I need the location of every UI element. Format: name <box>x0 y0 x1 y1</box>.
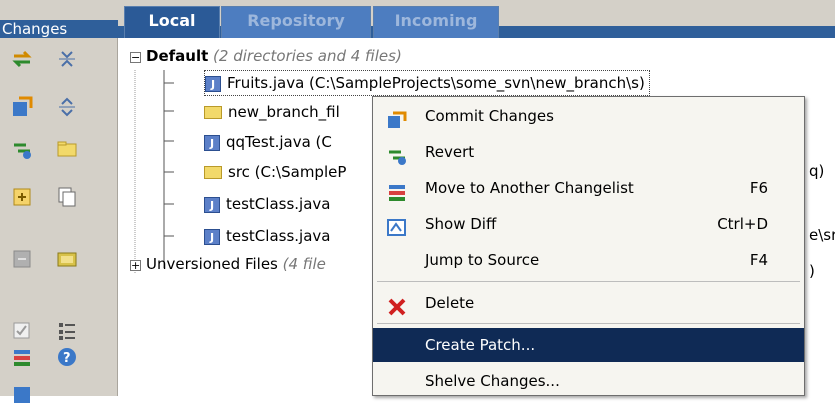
unversioned-hint: (4 file <box>282 255 326 273</box>
group-by-directory-icon[interactable] <box>56 248 78 270</box>
refresh-icon[interactable] <box>11 48 33 70</box>
file-name: testClass.java <box>226 195 331 213</box>
java-file-icon: J <box>204 228 220 245</box>
java-file-icon: J <box>204 196 220 213</box>
menu-item-create-patch[interactable]: Create Patch... <box>373 328 804 362</box>
copy-icon[interactable] <box>56 186 78 208</box>
revert-icon <box>387 143 407 165</box>
menu-label: Create Patch... <box>425 336 536 354</box>
svg-text:?: ? <box>63 351 71 366</box>
menu-label: Move to Another Changelist <box>425 179 634 197</box>
tab-incoming[interactable]: Incoming <box>373 6 499 38</box>
list-item[interactable]: J Fruits.java (C:\SampleProjects\some_svn… <box>204 70 650 96</box>
clipped-path-text: q) <box>809 162 825 180</box>
menu-item-show-diff[interactable]: Show Diff Ctrl+D <box>373 207 804 241</box>
collapse-icon <box>11 248 33 270</box>
menu-label: Revert <box>425 143 475 161</box>
context-menu: Commit Changes Revert Move to Another Ch… <box>372 96 805 396</box>
expand-icon[interactable] <box>11 186 33 208</box>
list-item[interactable]: src (C:\SampleP <box>204 159 346 185</box>
delete-icon <box>387 294 407 316</box>
details-icon[interactable] <box>56 320 78 342</box>
move-changelist-icon[interactable] <box>11 346 33 368</box>
file-name: qqTest.java (C <box>226 133 332 151</box>
file-name: testClass.java <box>226 227 331 245</box>
move-changelist-icon <box>387 179 407 201</box>
list-item[interactable]: JqqTest.java (C <box>204 129 332 155</box>
diff-icon <box>387 215 407 236</box>
commit-icon[interactable] <box>11 96 33 118</box>
clipped-path-text: e\src <box>809 226 835 244</box>
revert-icon[interactable] <box>11 138 33 160</box>
menu-item-shelve-changes[interactable]: Shelve Changes... <box>373 364 804 398</box>
collapse-all-icon[interactable] <box>56 48 78 70</box>
expander-default[interactable]: − <box>130 52 141 63</box>
menu-shortcut: F6 <box>749 179 768 197</box>
folder-icon <box>204 166 222 179</box>
unversioned-label: Unversioned Files <box>146 255 278 273</box>
list-item[interactable]: JtestClass.java <box>204 191 330 217</box>
changelist-name: Default <box>146 47 209 65</box>
settings-icon[interactable] <box>11 384 33 406</box>
checkbox-icon[interactable] <box>11 320 33 342</box>
menu-item-move-to-another-changelist[interactable]: Move to Another Changelist F6 <box>373 171 804 205</box>
expander-unversioned[interactable]: + <box>130 260 141 271</box>
expand-all-icon[interactable] <box>56 96 78 118</box>
java-file-icon: J <box>205 75 221 92</box>
menu-label: Delete <box>425 294 475 312</box>
menu-label: Shelve Changes... <box>425 372 560 390</box>
menu-label: Show Diff <box>425 215 497 233</box>
menu-item-jump-to-source[interactable]: Jump to Source F4 <box>373 243 804 277</box>
file-name: Fruits.java (C:\SampleProjects\some_svn\… <box>227 74 645 92</box>
commit-icon <box>387 107 407 128</box>
menu-separator <box>377 281 800 282</box>
changelist-hint: (2 directories and 4 files) <box>213 47 402 65</box>
file-name: src (C:\SampleP <box>228 163 347 181</box>
menu-shortcut: Ctrl+D <box>717 215 768 233</box>
folder-icon <box>204 106 222 119</box>
menu-label: Jump to Source <box>425 251 540 269</box>
list-item[interactable]: new_branch_fil <box>204 99 340 125</box>
menu-item-revert[interactable]: Revert <box>373 135 804 169</box>
menu-item-commit-changes[interactable]: Commit Changes <box>373 99 804 133</box>
clipped-path-text: ) <box>809 262 815 280</box>
menu-separator <box>377 323 800 324</box>
tab-repository[interactable]: Repository <box>221 6 371 38</box>
list-item[interactable]: JtestClass.java <box>204 223 330 249</box>
folder-icon[interactable] <box>56 138 78 160</box>
changelist-default[interactable]: Default (2 directories and 4 files) <box>146 43 402 69</box>
help-icon[interactable]: ? <box>56 346 78 368</box>
menu-item-delete[interactable]: Delete <box>373 286 804 320</box>
unversioned-files[interactable]: Unversioned Files (4 file <box>146 251 326 277</box>
java-file-icon: J <box>204 134 220 151</box>
header-bar: Changes Local Repository Incoming <box>0 0 835 38</box>
file-name: new_branch_fil <box>228 103 340 121</box>
tab-local[interactable]: Local <box>124 6 220 38</box>
changes-toolbar: ? <box>0 38 118 403</box>
panel-title: Changes <box>0 20 118 38</box>
menu-shortcut: F4 <box>749 251 768 269</box>
menu-label: Commit Changes <box>425 107 554 125</box>
